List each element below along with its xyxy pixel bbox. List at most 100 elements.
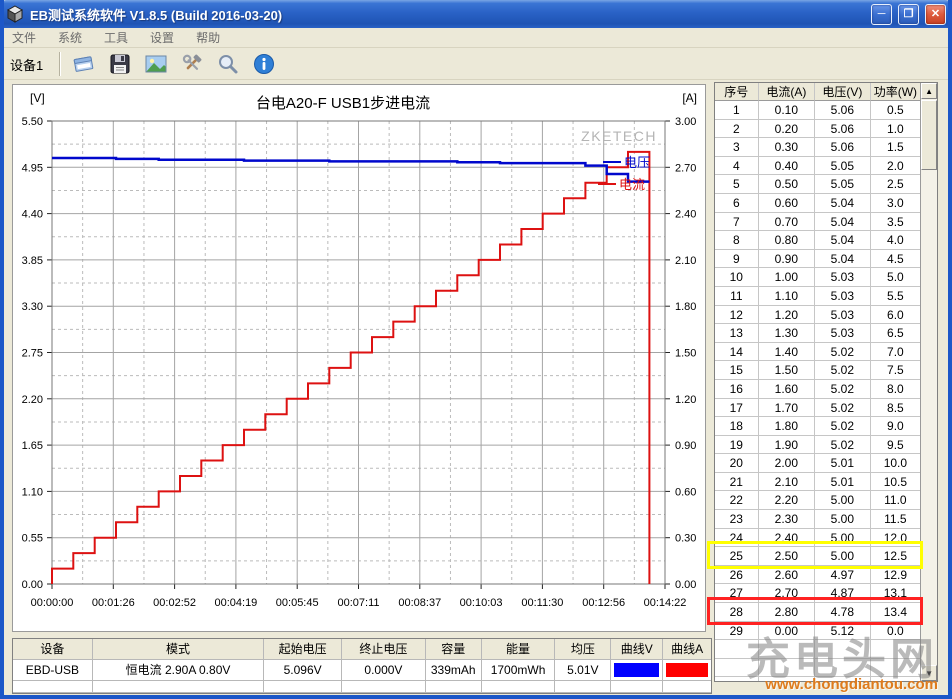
step-cell: 2.50 [759,547,815,566]
step-cell [715,640,759,659]
step-table-row[interactable]: 161.605.028.0 [715,380,920,399]
step-table-row[interactable]: 20.205.061.0 [715,120,920,139]
save-icon[interactable] [107,51,133,77]
step-table-row[interactable]: 171.705.028.5 [715,399,920,418]
step-cell: 5.04 [815,194,871,213]
legend-voltage: 电压 [624,155,650,170]
step-col-header: 序号 [715,83,759,101]
step-table-row[interactable]: 242.405.0012.0 [715,529,920,548]
summary-col-header: 终止电压 [342,639,426,660]
info-icon[interactable] [251,51,277,77]
step-table-row[interactable]: 70.705.043.5 [715,213,920,232]
svg-text:00:01:26: 00:01:26 [92,597,135,609]
scrollbar[interactable]: ▲ ▼ [920,83,937,681]
step-cell: 5.03 [815,287,871,306]
summary-empty-cell [426,681,482,693]
svg-text:0.30: 0.30 [675,533,696,545]
summary-stub-row [13,681,711,693]
svg-text:1.10: 1.10 [22,486,43,498]
step-table-row[interactable]: 151.505.027.5 [715,361,920,380]
zoom-icon[interactable] [215,51,241,77]
step-table-row[interactable]: 212.105.0110.5 [715,473,920,492]
step-cell: 0.30 [759,138,815,157]
step-cell: 9.5 [871,436,921,455]
step-table-row[interactable] [715,640,920,659]
step-table-row[interactable]: 232.305.0011.5 [715,510,920,529]
toolbar-separator [59,52,61,76]
step-table-row[interactable]: 272.704.8713.1 [715,584,920,603]
step-table-row[interactable]: 111.105.035.5 [715,287,920,306]
curve-v-color-swatch[interactable] [614,663,659,677]
step-cell: 5.01 [815,473,871,492]
svg-text:1.65: 1.65 [22,440,43,452]
svg-text:2.10: 2.10 [675,255,696,267]
menu-item-系统[interactable]: 系统 [58,29,82,46]
scrollbar-thumb[interactable] [921,100,937,170]
step-cell [871,659,921,678]
tools-icon[interactable] [179,51,205,77]
step-table-row[interactable]: 290.005.120.0 [715,622,920,641]
minimize-button[interactable]: ─ [871,4,892,25]
svg-text:1.50: 1.50 [675,348,696,360]
step-cell: 2.80 [759,603,815,622]
scroll-down-icon[interactable]: ▼ [921,665,937,681]
step-table-row[interactable]: 141.405.027.0 [715,343,920,362]
summary-head-row: 设备模式起始电压终止电压容量能量均压曲线V曲线A [13,639,711,660]
step-col-header: 电流(A) [759,83,815,101]
menu-item-工具[interactable]: 工具 [104,29,128,46]
step-cell: 10 [715,268,759,287]
step-cell: 5.03 [815,306,871,325]
step-cell: 6.5 [871,324,921,343]
step-table-row[interactable]: 202.005.0110.0 [715,454,920,473]
maximize-button[interactable]: ❐ [898,4,919,25]
step-cell: 1.40 [759,343,815,362]
step-table-row[interactable]: 262.604.9712.9 [715,566,920,585]
menu-item-设置[interactable]: 设置 [150,29,174,46]
step-cell: 28 [715,603,759,622]
step-table-row[interactable]: 181.805.029.0 [715,417,920,436]
step-table-row[interactable]: 90.905.044.5 [715,250,920,269]
summary-col-header: 容量 [426,639,482,660]
step-table-row[interactable]: 30.305.061.5 [715,138,920,157]
step-table-row[interactable]: 40.405.052.0 [715,157,920,176]
step-cell: 16 [715,380,759,399]
step-table-row[interactable]: 121.205.036.0 [715,306,920,325]
step-cell: 5.02 [815,361,871,380]
step-table-row[interactable]: 131.305.036.5 [715,324,920,343]
summary-empty-cell [611,681,663,693]
step-table-row[interactable]: 191.905.029.5 [715,436,920,455]
step-table-row[interactable]: 252.505.0012.5 [715,547,920,566]
menu-item-帮助[interactable]: 帮助 [196,29,220,46]
step-cell: 5.00 [815,529,871,548]
step-cell: 5.04 [815,250,871,269]
svg-text:00:11:30: 00:11:30 [521,597,563,609]
svg-text:3.85: 3.85 [22,255,43,267]
device-tab[interactable]: 设备1 [10,55,49,74]
image-export-icon[interactable] [143,51,169,77]
step-table-row[interactable]: 222.205.0011.0 [715,491,920,510]
step-table-row[interactable]: 80.805.044.0 [715,231,920,250]
step-table-row[interactable]: 282.804.7813.4 [715,603,920,622]
step-cell: 1.70 [759,399,815,418]
step-table-row[interactable] [715,677,920,681]
step-cell: 1.50 [759,361,815,380]
step-cell: 5.01 [815,454,871,473]
step-cell: 1.30 [759,324,815,343]
step-cell: 1.5 [871,138,921,157]
curve-a-color-swatch[interactable] [666,663,708,677]
svg-text:00:02:52: 00:02:52 [153,597,196,609]
step-table-row[interactable]: 60.605.043.0 [715,194,920,213]
step-cell: 12 [715,306,759,325]
svg-text:00:12:56: 00:12:56 [582,597,625,609]
step-table-row[interactable]: 10.105.060.5 [715,101,920,120]
step-table-row[interactable] [715,659,920,678]
scroll-up-icon[interactable]: ▲ [921,83,937,99]
new-window-icon[interactable] [71,51,97,77]
step-cell: 15 [715,361,759,380]
step-cell: 0.80 [759,231,815,250]
step-table-row[interactable]: 50.505.052.5 [715,175,920,194]
step-table-row[interactable]: 101.005.035.0 [715,268,920,287]
menu-item-文件[interactable]: 文件 [12,29,36,46]
close-button[interactable]: ✕ [925,4,946,25]
svg-text:00:07:11: 00:07:11 [337,597,379,609]
